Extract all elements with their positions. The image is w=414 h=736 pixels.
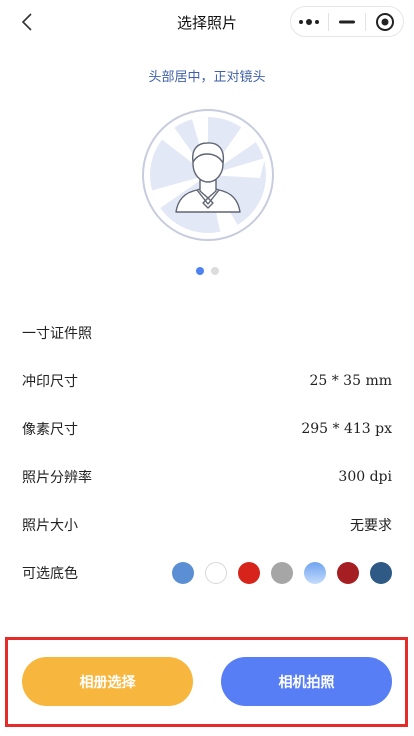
spec-row-file-size: 照片大小 无要求 [22, 501, 392, 549]
posture-tip: 头部居中，正对镜头 [148, 70, 266, 85]
spec-label: 可选底色 [22, 566, 78, 582]
navigation-bar: 选择照片 [0, 0, 414, 44]
spec-label: 冲印尺寸 [22, 374, 78, 390]
portrait-silhouette-icon [142, 109, 274, 241]
spec-label: 照片大小 [22, 518, 78, 534]
camera-capture-button[interactable]: 相机拍照 [221, 657, 392, 706]
color-swatch[interactable] [370, 562, 392, 584]
album-select-button[interactable]: 相册选择 [22, 657, 193, 706]
spec-row-pixel-size: 像素尺寸 295 * 413 px [22, 405, 392, 453]
color-swatch[interactable] [304, 562, 326, 584]
spec-row-resolution: 照片分辨率 300 dpi [22, 453, 392, 501]
spec-row-background-color: 可选底色 [22, 549, 392, 597]
spec-value: 无要求 [350, 518, 392, 534]
more-button[interactable] [291, 7, 328, 36]
photo-spec-list: 一寸证件照 冲印尺寸 25 * 35 mm 像素尺寸 295 * 413 px … [22, 309, 392, 597]
minimize-button[interactable] [329, 7, 366, 36]
target-close-icon [375, 12, 394, 31]
minimize-icon [339, 20, 355, 23]
more-dots-icon [299, 18, 320, 25]
spec-label: 像素尺寸 [22, 422, 78, 438]
spec-title-row: 一寸证件照 [22, 309, 392, 357]
carousel-indicator [0, 267, 414, 275]
background-color-picker [172, 562, 392, 584]
photo-type-name: 一寸证件照 [22, 326, 92, 342]
spec-value: 295 * 413 px [301, 421, 392, 437]
carousel-dot[interactable] [195, 267, 204, 275]
color-swatch[interactable] [271, 562, 293, 584]
spec-row-print-size: 冲印尺寸 25 * 35 mm [22, 357, 392, 405]
close-button[interactable] [366, 7, 403, 36]
spec-value: 300 dpi [338, 469, 392, 485]
color-swatch[interactable] [205, 562, 227, 584]
color-swatch[interactable] [172, 562, 194, 584]
color-swatch[interactable] [238, 562, 260, 584]
carousel-dot[interactable] [210, 267, 219, 275]
spec-label: 照片分辨率 [22, 470, 92, 486]
mini-program-capsule [290, 6, 404, 37]
photo-example-carousel[interactable] [141, 108, 275, 242]
spec-value: 25 * 35 mm [309, 373, 392, 389]
color-swatch[interactable] [337, 562, 359, 584]
